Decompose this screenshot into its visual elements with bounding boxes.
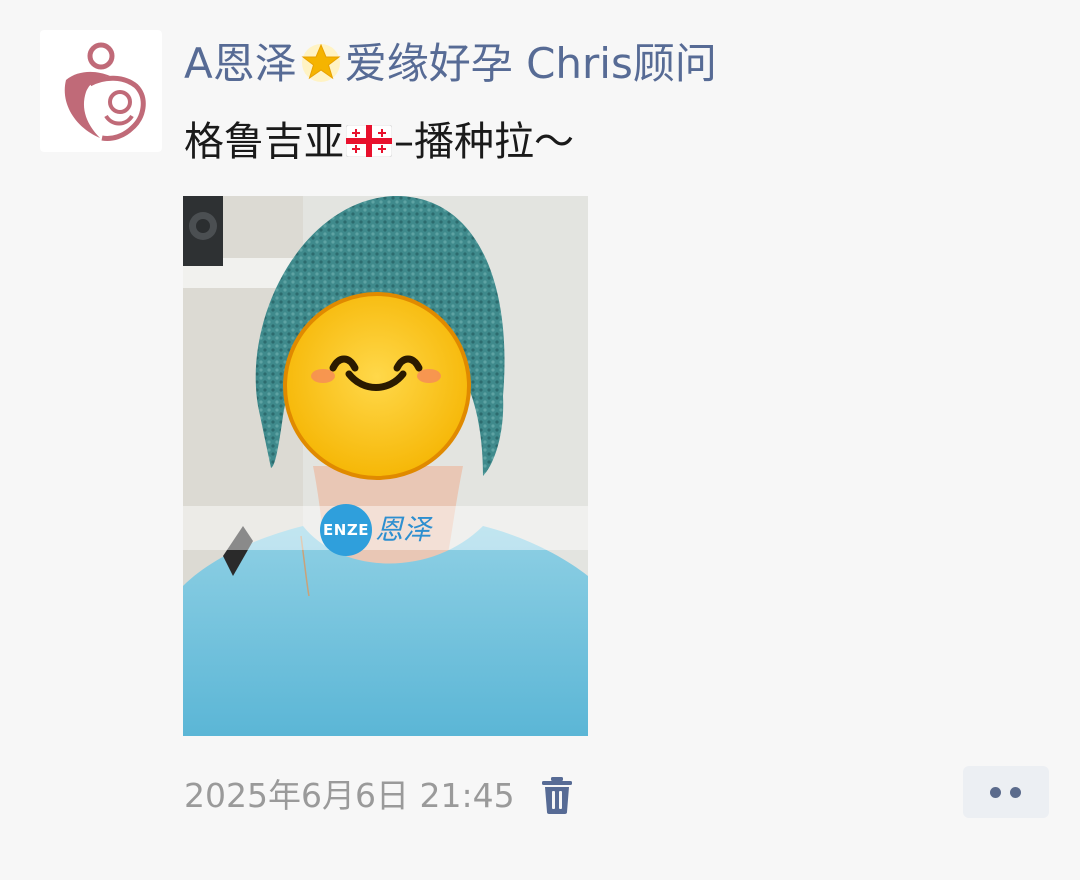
post-text-part1: 格鲁吉亚 [184, 119, 344, 165]
post-text-part2: –播种拉～ [394, 119, 574, 165]
enze-logo-icon: ENZE [320, 504, 372, 556]
author-name-prefix: A恩泽 [184, 39, 297, 88]
more-dots-icon[interactable] [963, 766, 1049, 818]
post-text: 格鲁吉亚 –播种拉～ [184, 112, 574, 172]
glowing-star-icon [299, 40, 343, 84]
more-dot [1010, 787, 1021, 798]
more-dot [990, 787, 1001, 798]
author-name[interactable]: A恩泽 爱缘好孕 Chris顾问 [184, 36, 717, 92]
author-avatar[interactable] [40, 30, 162, 152]
georgia-flag-icon [345, 114, 393, 158]
watermark-text: 恩泽 [375, 513, 432, 546]
post-timestamp: 2025年6月6日 21:45 [184, 776, 515, 815]
heart-family-logo-icon [64, 42, 146, 141]
author-name-suffix: 爱缘好孕 Chris顾问 [344, 39, 717, 88]
person-photo-illustration [183, 196, 588, 736]
trash-icon[interactable] [540, 775, 574, 815]
post-photo[interactable]: ENZE 恩泽 [183, 196, 588, 736]
